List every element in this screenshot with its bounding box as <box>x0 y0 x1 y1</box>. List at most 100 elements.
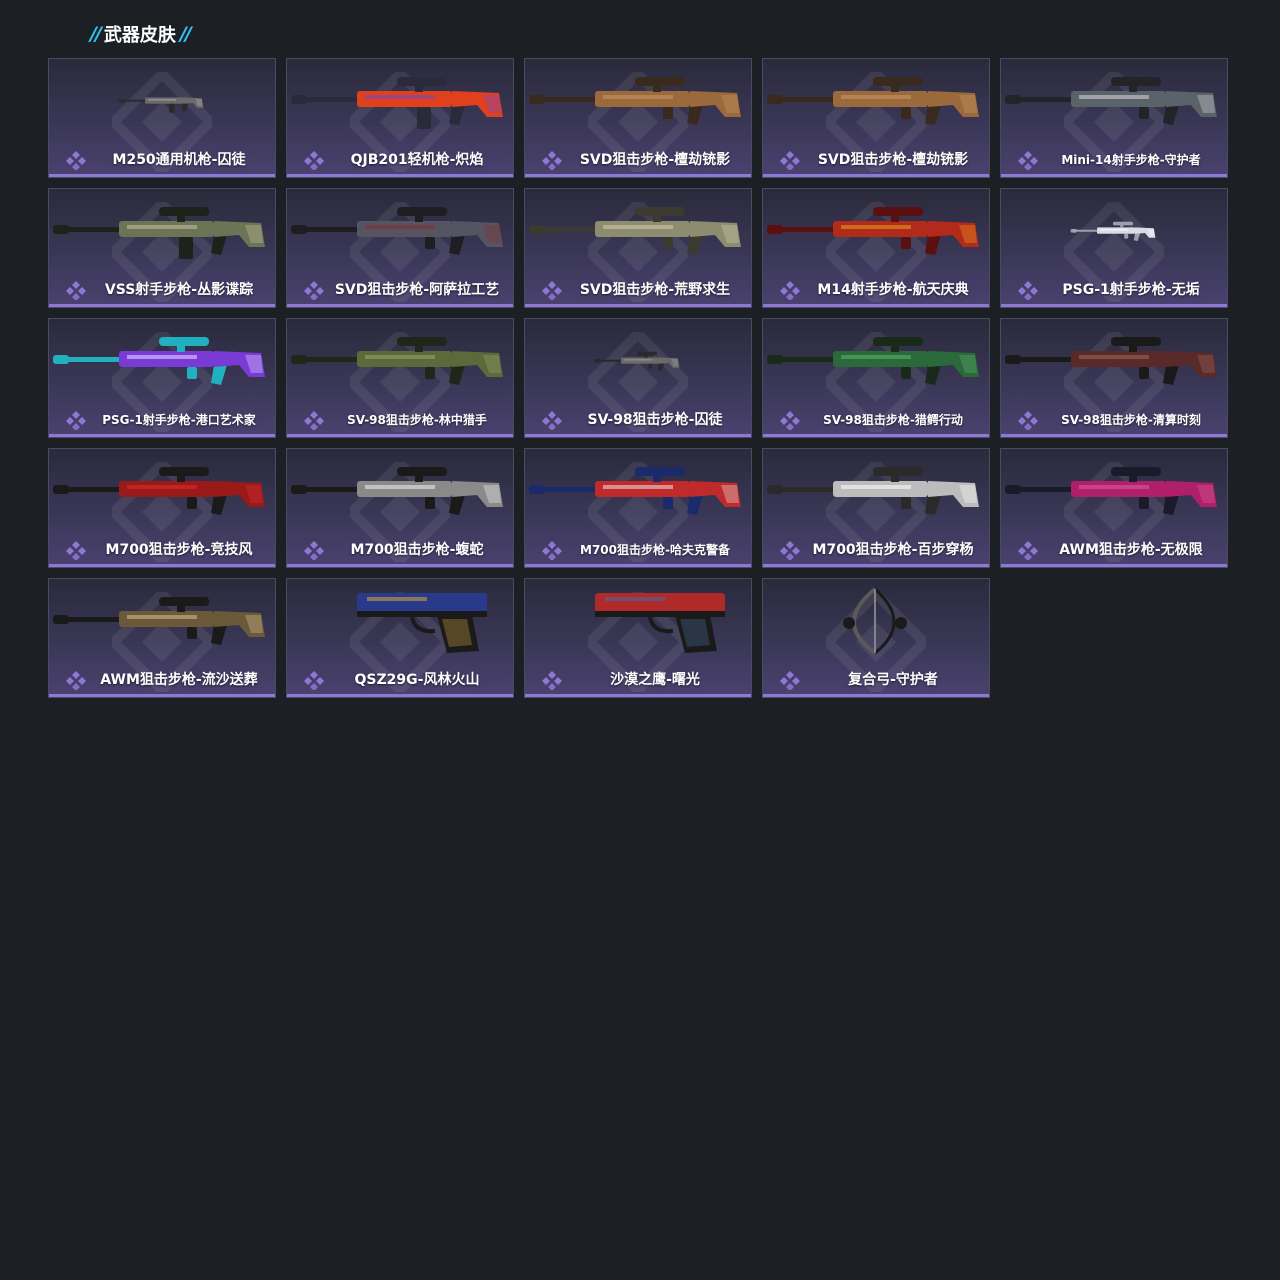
card-footer: PSG-1射手步枪-无垢 <box>1001 280 1227 300</box>
sniper-icon <box>53 467 265 515</box>
skin-card[interactable]: SVD狙击步枪-荒野求生 <box>524 188 752 308</box>
skin-name: AWM狙击步枪-流沙送葬 <box>100 672 258 688</box>
card-footer: M700狙击步枪-蝮蛇 <box>287 540 513 560</box>
skin-card[interactable]: M700狙击步枪-蝮蛇 <box>286 448 514 568</box>
skin-name: SVD狙击步枪-荒野求生 <box>579 282 731 298</box>
dmr-icon <box>53 337 265 385</box>
sniper-icon <box>291 467 503 515</box>
section-header: // 武器皮肤 // <box>90 22 192 46</box>
skin-card[interactable]: 沙漠之鹰-曙光 <box>524 578 752 698</box>
skin-name: SV-98狙击步枪-清算时刻 <box>1061 413 1201 427</box>
skin-card[interactable]: SVD狙击步枪-檀劫铳影 <box>762 58 990 178</box>
sniper-icon <box>529 207 741 255</box>
card-footer: M14射手步枪-航天庆典 <box>763 280 989 300</box>
rarity-diamond-icon <box>780 671 800 690</box>
card-footer: SV-98狙击步枪-清算时刻 <box>1001 410 1227 430</box>
skin-name: M700狙击步枪-哈夫克警备 <box>580 543 730 557</box>
sniper-icon <box>529 467 741 515</box>
card-footer: SV-98狙击步枪-林中猎手 <box>287 410 513 430</box>
skin-name: M250通用机枪-囚徒 <box>112 152 246 168</box>
skin-card[interactable]: SVD狙击步枪-檀劫铳影 <box>524 58 752 178</box>
skin-card[interactable]: AWM狙击步枪-无极限 <box>1000 448 1228 568</box>
card-footer: M700狙击步枪-哈夫克警备 <box>525 540 751 560</box>
skin-name: VSS射手步枪-丛影谍踪 <box>104 282 254 298</box>
skin-name: PSG-1射手步枪-无垢 <box>1062 282 1200 298</box>
skin-card[interactable]: M700狙击步枪-竞技风 <box>48 448 276 568</box>
rarity-diamond-icon <box>66 281 86 300</box>
skin-card[interactable]: SV-98狙击步枪-林中猎手 <box>286 318 514 438</box>
sniper-icon <box>291 207 503 255</box>
rifle-icon <box>53 207 265 259</box>
slashes-icon: // <box>179 23 192 45</box>
skin-name: SV-98狙击步枪-猎鳄行动 <box>823 413 963 427</box>
sniper-icon <box>53 597 265 645</box>
skin-card[interactable]: SVD狙击步枪-阿萨拉工艺 <box>286 188 514 308</box>
skin-card[interactable]: QJB201轻机枪-炽焰 <box>286 58 514 178</box>
rarity-diamond-icon <box>780 541 800 560</box>
sniper-icon <box>767 337 979 385</box>
section-title: 武器皮肤 <box>103 25 176 46</box>
skin-name: M700狙击步枪-百步穿杨 <box>812 542 974 558</box>
skin-card[interactable]: SV-98狙击步枪-囚徒 <box>524 318 752 438</box>
card-footer: 复合弓-守护者 <box>763 670 989 690</box>
skin-card[interactable]: QSZ29G-风林火山 <box>286 578 514 698</box>
skin-card[interactable]: PSG-1射手步枪-港口艺术家 <box>48 318 276 438</box>
skin-grid: M250通用机枪-囚徒 QJB201轻机枪-炽焰 SVD狙击步枪-檀劫铳影 SVD狙击… <box>48 58 1228 698</box>
rarity-diamond-icon <box>542 671 562 690</box>
rarity-diamond-icon <box>1018 411 1038 430</box>
pistol-icon <box>357 593 487 653</box>
rarity-diamond-icon <box>542 151 562 170</box>
card-footer: Mini-14射手步枪-守护者 <box>1001 150 1227 170</box>
skin-name: SVD狙击步枪-阿萨拉工艺 <box>334 282 500 298</box>
card-footer: SVD狙击步枪-荒野求生 <box>525 280 751 300</box>
skin-name: M700狙击步枪-蝮蛇 <box>350 542 484 558</box>
card-footer: M700狙击步枪-百步穿杨 <box>763 540 989 560</box>
pistol-icon <box>595 593 725 653</box>
rarity-diamond-icon <box>304 411 324 430</box>
card-footer: AWM狙击步枪-无极限 <box>1001 540 1227 560</box>
skin-card[interactable]: M700狙击步枪-哈夫克警备 <box>524 448 752 568</box>
dmr-icon <box>767 207 979 255</box>
card-footer: SV-98狙击步枪-囚徒 <box>525 410 751 430</box>
rarity-diamond-icon <box>66 541 86 560</box>
skin-name: SV-98狙击步枪-林中猎手 <box>347 413 487 427</box>
skin-card[interactable]: M14射手步枪-航天庆典 <box>762 188 990 308</box>
rarity-diamond-icon <box>1018 541 1038 560</box>
card-footer: QJB201轻机枪-炽焰 <box>287 150 513 170</box>
card-footer: M250通用机枪-囚徒 <box>49 150 275 170</box>
rarity-diamond-icon <box>304 671 324 690</box>
skin-name: Mini-14射手步枪-守护者 <box>1061 153 1201 167</box>
skin-card[interactable]: M700狙击步枪-百步穿杨 <box>762 448 990 568</box>
rarity-diamond-icon <box>780 151 800 170</box>
rarity-diamond-icon <box>780 281 800 300</box>
skin-card[interactable]: M250通用机枪-囚徒 <box>48 58 276 178</box>
skin-name: AWM狙击步枪-无极限 <box>1059 542 1203 558</box>
card-footer: SVD狙击步枪-檀劫铳影 <box>525 150 751 170</box>
skin-name: PSG-1射手步枪-港口艺术家 <box>102 413 256 427</box>
card-footer: SV-98狙击步枪-猎鳄行动 <box>763 410 989 430</box>
skin-card[interactable]: 复合弓-守护者 <box>762 578 990 698</box>
skin-card[interactable]: Mini-14射手步枪-守护者 <box>1000 58 1228 178</box>
lmg-icon <box>291 77 503 129</box>
skin-card[interactable]: VSS射手步枪-丛影谍踪 <box>48 188 276 308</box>
sniper-icon <box>594 351 680 371</box>
rarity-diamond-icon <box>66 671 86 690</box>
skin-name: QJB201轻机枪-炽焰 <box>350 152 484 168</box>
skin-card[interactable]: PSG-1射手步枪-无垢 <box>1000 188 1228 308</box>
rarity-diamond-icon <box>66 411 86 430</box>
dmr-icon <box>1005 77 1217 125</box>
skin-card[interactable]: AWM狙击步枪-流沙送葬 <box>48 578 276 698</box>
rarity-diamond-icon <box>780 411 800 430</box>
dmr-icon <box>1070 221 1156 241</box>
rarity-diamond-icon <box>304 151 324 170</box>
sniper-icon <box>1005 467 1217 515</box>
skin-card[interactable]: SV-98狙击步枪-清算时刻 <box>1000 318 1228 438</box>
rarity-diamond-icon <box>542 411 562 430</box>
skin-name: SVD狙击步枪-檀劫铳影 <box>817 152 969 168</box>
skin-name: QSZ29G-风林火山 <box>354 672 480 688</box>
card-footer: VSS射手步枪-丛影谍踪 <box>49 280 275 300</box>
skin-name: M14射手步枪-航天庆典 <box>817 282 969 298</box>
rarity-diamond-icon <box>1018 151 1038 170</box>
rarity-diamond-icon <box>542 541 562 560</box>
skin-card[interactable]: SV-98狙击步枪-猎鳄行动 <box>762 318 990 438</box>
